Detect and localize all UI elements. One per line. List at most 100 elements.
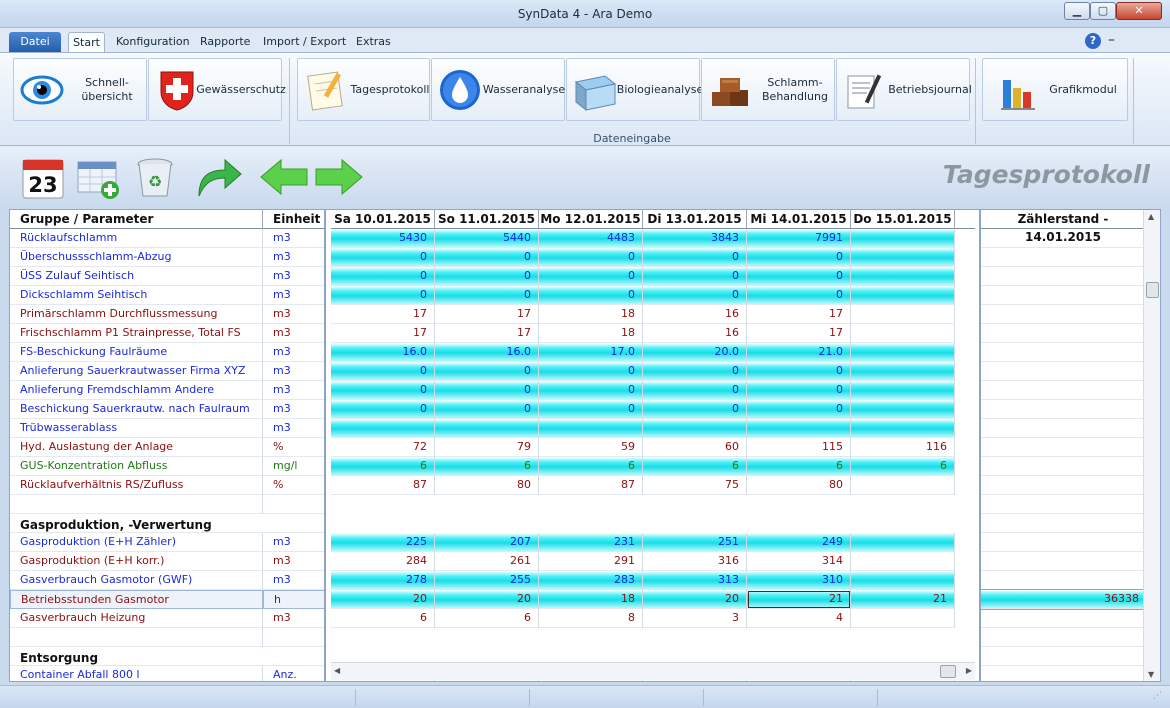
value-cell[interactable]: 6	[331, 457, 435, 476]
parameter-row[interactable]: Anlieferung Sauerkrautwasser Firma XYZ m3	[10, 362, 324, 381]
param-column-header[interactable]: Gruppe / Parameter	[10, 210, 263, 229]
gewaesserschutz-button[interactable]: Gewässerschutz	[148, 58, 286, 121]
value-cell[interactable]: 17	[747, 305, 851, 324]
value-cell[interactable]: 17	[747, 324, 851, 343]
counter-cell[interactable]	[981, 343, 1144, 362]
calendar-button[interactable]: 23	[20, 154, 66, 200]
value-cell[interactable]	[851, 514, 955, 533]
counter-cell[interactable]	[981, 248, 1144, 267]
value-cell[interactable]: 291	[539, 552, 643, 571]
counter-cell[interactable]	[981, 476, 1144, 495]
value-cell[interactable]: 0	[435, 248, 539, 267]
value-cell[interactable]: 0	[539, 400, 643, 419]
value-cell[interactable]: 115	[747, 438, 851, 457]
value-cell[interactable]: 0	[539, 381, 643, 400]
value-cell[interactable]: 0	[747, 248, 851, 267]
value-cell[interactable]: 0	[435, 400, 539, 419]
value-cell[interactable]: 4483	[539, 229, 643, 248]
schlammbehandlung-button[interactable]: Schlamm- Behandlung	[701, 58, 835, 121]
tab-start[interactable]: Start	[68, 32, 105, 53]
parameter-row[interactable]: GUS-Konzentration Abfluss mg/l	[10, 457, 324, 476]
value-cell[interactable]: 0	[435, 362, 539, 381]
help-icon[interactable]: ?	[1085, 33, 1101, 49]
value-cell[interactable]: 17	[435, 305, 539, 324]
parameter-row[interactable]	[10, 495, 324, 514]
add-entry-button[interactable]	[76, 154, 122, 200]
value-cell[interactable]: 20	[643, 590, 747, 609]
value-cell[interactable]	[851, 609, 955, 628]
value-cell[interactable]: 6	[435, 609, 539, 628]
value-cell[interactable]: 18	[539, 324, 643, 343]
value-cell[interactable]	[331, 419, 435, 438]
maximize-button[interactable]: ▢	[1090, 2, 1116, 20]
value-cell[interactable]: 21.0	[747, 343, 851, 362]
counter-cell[interactable]	[981, 305, 1144, 324]
counter-cell[interactable]	[981, 400, 1144, 419]
value-cell[interactable]: 16	[643, 324, 747, 343]
date-column-header[interactable]: Sa 10.01.2015	[331, 210, 435, 229]
value-cell[interactable]: 0	[331, 248, 435, 267]
value-cell[interactable]: 0	[539, 362, 643, 381]
counter-cell[interactable]	[981, 647, 1144, 666]
counter-cell[interactable]	[981, 495, 1144, 514]
date-column-header[interactable]: Mo 12.01.2015	[539, 210, 643, 229]
value-cell[interactable]: 313	[643, 571, 747, 590]
parameter-row[interactable]: Entsorgung	[10, 647, 324, 666]
value-cell[interactable]: 0	[331, 286, 435, 305]
value-cell[interactable]	[643, 419, 747, 438]
value-cell[interactable]: 0	[435, 381, 539, 400]
value-cell[interactable]: 231	[539, 533, 643, 552]
value-cell[interactable]: 0	[747, 362, 851, 381]
counter-cell[interactable]	[981, 571, 1144, 590]
value-cell[interactable]: 20.0	[643, 343, 747, 362]
value-cell[interactable]	[851, 571, 955, 590]
value-cell[interactable]: 255	[435, 571, 539, 590]
value-cell[interactable]: 0	[643, 267, 747, 286]
value-cell[interactable]	[539, 495, 643, 514]
value-cell[interactable]: 0	[539, 248, 643, 267]
value-cell[interactable]: 60	[643, 438, 747, 457]
value-cell[interactable]: 0	[435, 286, 539, 305]
value-cell[interactable]	[435, 495, 539, 514]
value-cell[interactable]: 17	[331, 324, 435, 343]
value-cell[interactable]	[747, 495, 851, 514]
value-cell[interactable]: 0	[747, 267, 851, 286]
value-cell[interactable]: 87	[539, 476, 643, 495]
counter-cell[interactable]	[981, 609, 1144, 628]
parameter-row[interactable]: FS-Beschickung Faulräume m3	[10, 343, 324, 362]
value-cell[interactable]	[539, 419, 643, 438]
value-cell[interactable]: 6	[643, 457, 747, 476]
tagesprotokoll-button[interactable]: Tagesprotokoll	[297, 58, 430, 121]
counter-cell[interactable]	[981, 666, 1144, 681]
counter-cell[interactable]	[981, 229, 1144, 248]
counter-cell[interactable]	[981, 628, 1144, 647]
date-column-header[interactable]: Do 15.01.2015	[851, 210, 955, 229]
value-cell[interactable]: 80	[747, 476, 851, 495]
value-cell[interactable]	[331, 514, 435, 533]
value-cell[interactable]	[851, 552, 955, 571]
value-cell[interactable]	[851, 400, 955, 419]
parameter-row[interactable]: Anlieferung Fremdschlamm Andere m3	[10, 381, 324, 400]
value-cell[interactable]	[643, 628, 747, 647]
counter-cell[interactable]	[981, 286, 1144, 305]
parameter-row[interactable]: Dickschlamm Seihtisch m3	[10, 286, 324, 305]
value-cell[interactable]: 225	[331, 533, 435, 552]
value-cell[interactable]: 316	[643, 552, 747, 571]
value-cell[interactable]: 3	[643, 609, 747, 628]
value-cell[interactable]: 7991	[747, 229, 851, 248]
value-cell[interactable]: 0	[643, 400, 747, 419]
value-cell[interactable]	[747, 419, 851, 438]
tab-import-export[interactable]: Import / Export	[263, 32, 346, 53]
date-column-header[interactable]: Mi 14.01.2015	[747, 210, 851, 229]
horizontal-scroll-thumb[interactable]	[940, 665, 956, 678]
tab-datei[interactable]: Datei	[9, 32, 61, 53]
parameter-row[interactable]: Rücklaufschlamm m3	[10, 229, 324, 248]
value-cell[interactable]: 17.0	[539, 343, 643, 362]
value-cell[interactable]	[851, 419, 955, 438]
grafikmodul-button[interactable]: Grafikmodul	[982, 58, 1128, 121]
value-cell[interactable]: 278	[331, 571, 435, 590]
value-cell[interactable]: 59	[539, 438, 643, 457]
value-cell[interactable]	[435, 628, 539, 647]
counter-cell[interactable]	[981, 381, 1144, 400]
value-cell[interactable]: 21	[747, 590, 851, 609]
